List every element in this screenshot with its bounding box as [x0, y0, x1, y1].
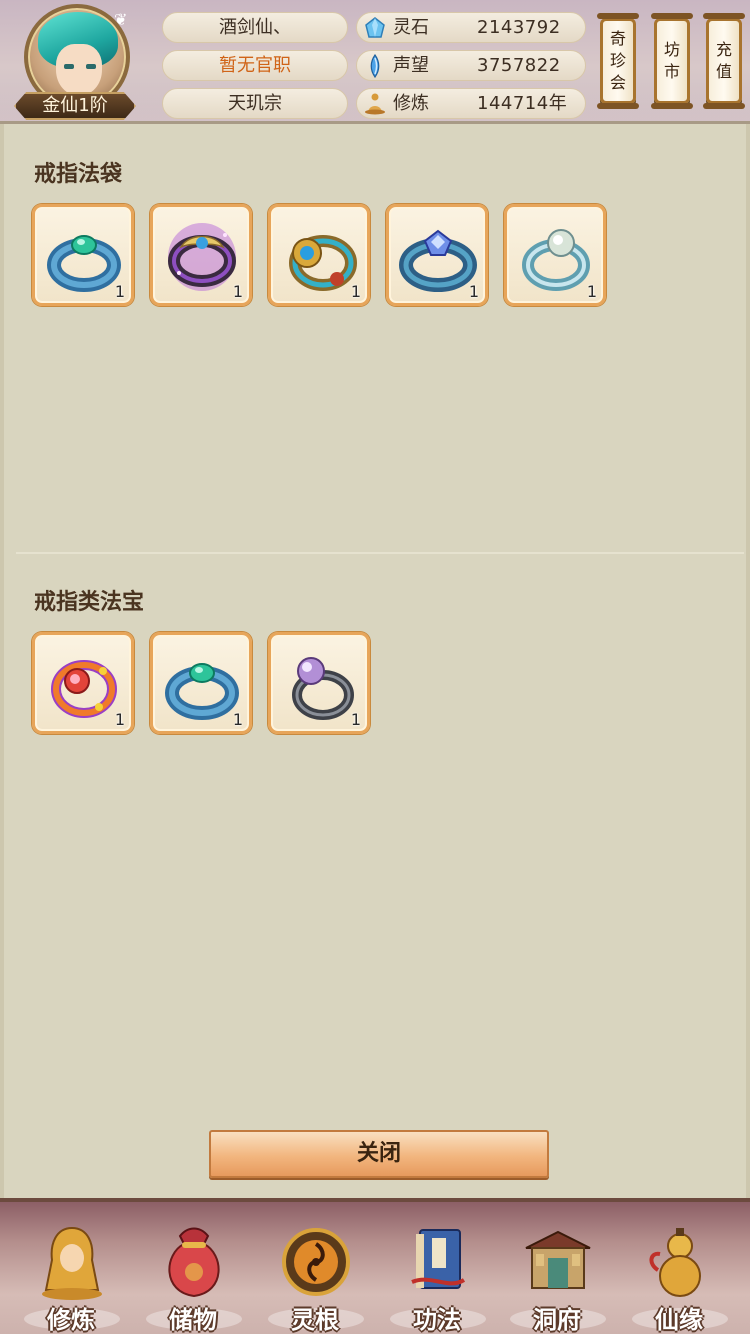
reputation-crystal-icon [370, 54, 380, 78]
currency-stats: 灵石 2143792 声望 3757822 修炼 144714年 [356, 12, 586, 121]
item-slot[interactable]: 1 [150, 204, 252, 306]
player-name: 酒剑仙、 [162, 12, 348, 43]
stat-cultivation: 修炼 144714年 [356, 88, 586, 119]
item-slot[interactable]: 1 [32, 632, 134, 734]
nav-cave-dwelling[interactable]: 洞府 [502, 1216, 612, 1334]
item-grid: 1 1 1 1 1 [32, 204, 606, 306]
item-slot[interactable]: 1 [268, 632, 370, 734]
nav-spirit-root[interactable]: 灵根 [260, 1216, 370, 1334]
item-slot[interactable]: 1 [268, 204, 370, 306]
nav-storage[interactable]: 储物 [138, 1216, 248, 1334]
ring-treasure-section: 戒指类法宝 1 1 1 [16, 562, 744, 1122]
close-button[interactable]: 关闭 [209, 1130, 549, 1178]
butterfly-icon: ❦ [114, 10, 128, 29]
sect-name: 天玑宗 [162, 88, 348, 119]
item-slot[interactable]: 1 [386, 204, 488, 306]
section-title: 戒指法袋 [34, 162, 123, 187]
top-status-bar: ❦ 金仙1阶 酒剑仙、 暂无官职 天玑宗 灵石 2143792 声望 37578… [0, 0, 750, 124]
stat-spirit-stone: 灵石 2143792 [356, 12, 586, 43]
item-slot[interactable]: 1 [504, 204, 606, 306]
item-slot[interactable]: 1 [32, 204, 134, 306]
item-slot[interactable]: 1 [150, 632, 252, 734]
inventory-panel: 戒指法袋 1 1 1 1 1 戒指类法宝 1 1 1 关闭 [0, 124, 750, 1198]
gourd-icon [649, 1228, 701, 1297]
stat-reputation: 声望 3757822 [356, 50, 586, 81]
spirit-stone-icon [365, 17, 385, 38]
cultivator-icon [42, 1226, 102, 1300]
nav-cultivate[interactable]: 修炼 [16, 1216, 126, 1334]
spirit-root-icon [282, 1228, 350, 1296]
ring-pouch-section: 戒指法袋 1 1 1 1 1 [16, 134, 744, 554]
bottom-navigation: 修炼 储物 灵根 功法 洞府 仙缘 [0, 1198, 750, 1334]
treasure-fair-button[interactable]: 奇 珍 会 [597, 13, 639, 109]
cave-dwelling-icon [525, 1230, 591, 1289]
recharge-button[interactable]: 充 值 [703, 13, 745, 109]
item-grid: 1 1 1 [32, 632, 370, 734]
market-button[interactable]: 坊 市 [651, 13, 693, 109]
player-info: 酒剑仙、 暂无官职 天玑宗 [162, 12, 348, 121]
meditation-icon [365, 93, 385, 115]
section-title: 戒指类法宝 [34, 590, 145, 615]
scripture-book-icon [411, 1229, 466, 1289]
realm-rank-badge: 金仙1阶 [14, 92, 136, 120]
nav-techniques[interactable]: 功法 [382, 1216, 492, 1334]
nav-immortal-fate[interactable]: 仙缘 [624, 1216, 734, 1334]
official-title: 暂无官职 [162, 50, 348, 81]
storage-bag-icon [168, 1227, 220, 1298]
